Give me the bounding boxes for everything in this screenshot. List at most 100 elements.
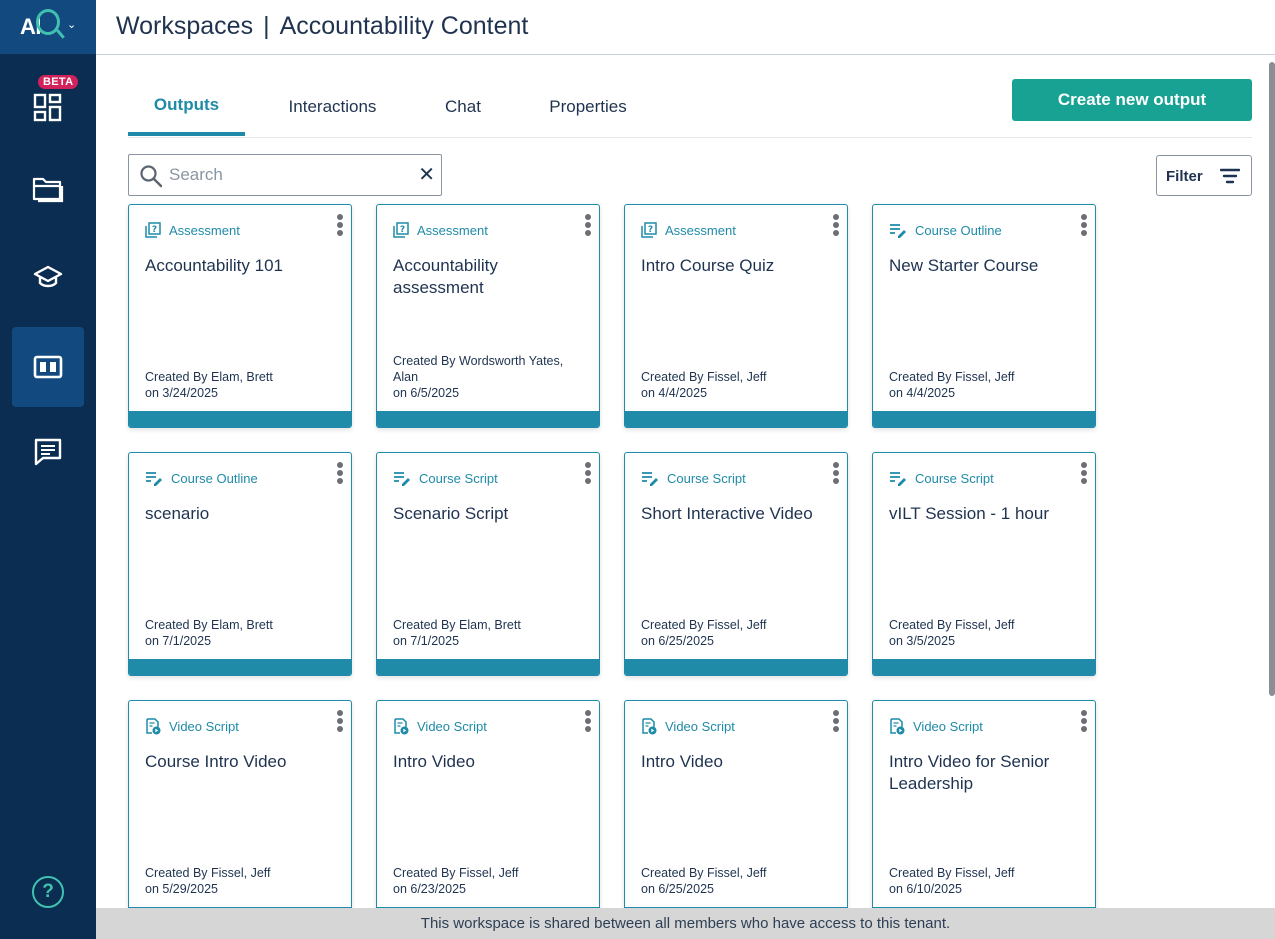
output-card[interactable]: Course Outline scenario Created By Elam, B… — [128, 452, 352, 676]
more-options-icon[interactable] — [829, 708, 843, 734]
more-options-icon[interactable] — [829, 460, 843, 486]
card-footer-bar — [625, 659, 847, 675]
more-options-icon[interactable] — [333, 708, 347, 734]
beta-badge: BETA — [38, 75, 79, 89]
edit-list-icon — [145, 470, 163, 486]
card-meta: Created By Fissel, Jeff on 6/25/2025 — [641, 617, 837, 649]
card-created-by: Created By Fissel, Jeff — [641, 866, 767, 880]
card-title: Intro Video for Senior Leadership — [889, 752, 1050, 793]
filter-button[interactable]: Filter — [1156, 155, 1252, 196]
tab-interactions[interactable]: Interactions — [271, 78, 394, 136]
card-type: ? Assessment — [393, 222, 488, 238]
card-footer-bar — [873, 659, 1095, 675]
clear-search-icon[interactable]: ✕ — [418, 164, 435, 186]
card-type-label: Course Script — [667, 470, 746, 486]
output-card[interactable]: Course Script Short Interactive Video Crea… — [624, 452, 848, 676]
output-card[interactable]: ? Assessment Accountability assessment Crea… — [376, 204, 600, 428]
card-type: Course Outline — [145, 470, 258, 486]
output-card[interactable]: ? Assessment Accountability 101 Created By … — [128, 204, 352, 428]
card-type: Course Script — [641, 470, 746, 486]
sidebar-item-workspaces[interactable] — [12, 327, 84, 407]
sidebar-item-chat[interactable] — [12, 412, 84, 492]
more-options-icon[interactable] — [829, 212, 843, 238]
card-created-on: on 6/5/2025 — [393, 386, 460, 400]
more-options-icon[interactable] — [581, 460, 595, 486]
card-created-on: on 4/4/2025 — [641, 386, 708, 400]
edit-list-icon — [641, 470, 659, 486]
card-meta: Created By Fissel, Jeff on 6/23/2025 — [393, 865, 589, 897]
assessment-icon: ? — [145, 222, 161, 238]
card-footer-bar — [377, 411, 599, 427]
output-card[interactable]: Video Script Intro Video Created By Fissel… — [376, 700, 600, 908]
card-meta: Created By Fissel, Jeff on 6/10/2025 — [889, 865, 1085, 897]
card-type: ? Assessment — [641, 222, 736, 238]
chevron-down-icon[interactable]: ⌄ — [67, 18, 76, 31]
sidebar-item-files[interactable] — [12, 149, 84, 229]
card-type: Course Script — [393, 470, 498, 486]
outputs-grid: ? Assessment Accountability 101 Created By … — [96, 200, 1266, 908]
tab-properties[interactable]: Properties — [533, 78, 643, 136]
sidebar-item-learning[interactable] — [12, 237, 84, 317]
card-type: Video Script — [145, 718, 239, 735]
more-options-icon[interactable] — [333, 460, 347, 486]
card-footer-bar — [129, 411, 351, 427]
card-type-label: Assessment — [417, 222, 488, 238]
folder-icon — [32, 175, 64, 203]
output-card[interactable]: Video Script Intro Video Created By Fissel… — [624, 700, 848, 908]
tab-chat[interactable]: Chat — [428, 78, 498, 136]
output-card[interactable]: Course Script Scenario Script Created By E… — [376, 452, 600, 676]
card-meta: Created By Wordsworth Yates, Alan on 6/5/… — [393, 353, 589, 401]
card-type-label: Video Script — [417, 719, 487, 734]
assessment-icon: ? — [393, 222, 409, 238]
card-meta: Created By Fissel, Jeff on 5/29/2025 — [145, 865, 341, 897]
card-created-on: on 3/24/2025 — [145, 386, 218, 400]
card-created-by: Created By Fissel, Jeff — [641, 618, 767, 632]
card-type-label: Course Outline — [915, 222, 1002, 238]
output-card[interactable]: Video Script Course Intro Video Created By… — [128, 700, 352, 908]
card-meta: Created By Fissel, Jeff on 4/4/2025 — [889, 369, 1085, 401]
app-logo[interactable]: AI ⌄ — [0, 0, 96, 54]
card-created-by: Created By Wordsworth Yates, Alan — [393, 354, 564, 384]
card-title: Course Intro Video — [145, 752, 287, 771]
card-footer-bar — [625, 411, 847, 427]
search-field[interactable]: ✕ — [128, 154, 442, 196]
graduation-cap-icon — [33, 264, 63, 290]
tab-outputs[interactable]: Outputs — [128, 78, 245, 136]
output-card[interactable]: Course Script vILT Session - 1 hour Create… — [872, 452, 1096, 676]
card-title: Intro Video — [641, 752, 723, 771]
output-card[interactable]: Course Outline New Starter Course Created … — [872, 204, 1096, 428]
workspace-icon — [33, 355, 63, 379]
card-created-on: on 6/10/2025 — [889, 882, 962, 896]
dashboard-icon — [33, 93, 63, 123]
card-type-label: Course Outline — [171, 470, 258, 486]
output-card[interactable]: Video Script Intro Video for Senior Leade… — [872, 700, 1096, 908]
card-footer-bar — [377, 659, 599, 675]
search-icon — [139, 164, 163, 193]
svg-text:?: ? — [400, 225, 405, 235]
filter-label: Filter — [1166, 168, 1203, 185]
help-icon[interactable]: ? — [32, 876, 64, 908]
chat-icon — [33, 437, 63, 467]
more-options-icon[interactable] — [1077, 460, 1091, 486]
card-created-by: Created By Fissel, Jeff — [393, 866, 519, 880]
more-options-icon[interactable] — [1077, 708, 1091, 734]
more-options-icon[interactable] — [581, 708, 595, 734]
create-new-output-button[interactable]: Create new output — [1012, 79, 1252, 121]
card-created-on: on 6/25/2025 — [641, 634, 714, 648]
search-input[interactable] — [169, 163, 409, 187]
breadcrumb-current: Accountability Content — [279, 12, 529, 40]
card-title: Intro Video — [393, 752, 475, 771]
card-created-by: Created By Fissel, Jeff — [145, 866, 271, 880]
more-options-icon[interactable] — [333, 212, 347, 238]
breadcrumb-workspaces[interactable]: Workspaces — [116, 12, 253, 40]
card-title: Short Interactive Video — [641, 504, 813, 523]
card-meta: Created By Fissel, Jeff on 4/4/2025 — [641, 369, 837, 401]
edit-list-icon — [889, 470, 907, 486]
card-created-on: on 3/5/2025 — [889, 634, 956, 648]
more-options-icon[interactable] — [581, 212, 595, 238]
card-created-by: Created By Fissel, Jeff — [889, 866, 1015, 880]
more-options-icon[interactable] — [1077, 212, 1091, 238]
vertical-scrollbar[interactable] — [1269, 62, 1275, 696]
card-title: Accountability assessment — [393, 256, 498, 297]
output-card[interactable]: ? Assessment Intro Course Quiz Created By F… — [624, 204, 848, 428]
